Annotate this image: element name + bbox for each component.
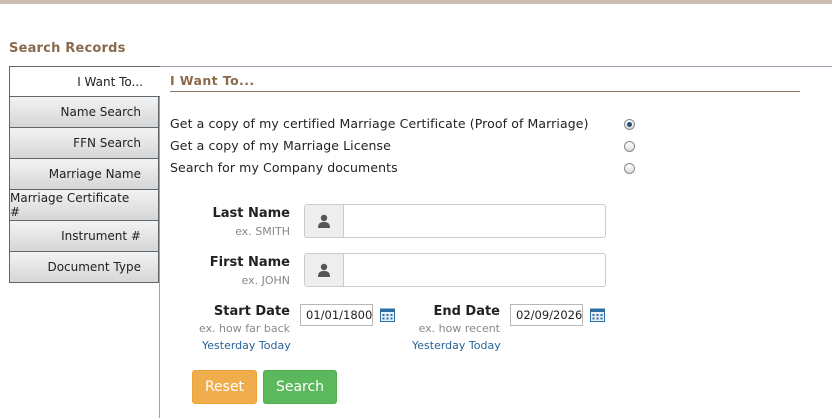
calendar-icon[interactable] — [590, 308, 605, 322]
first-name-group — [304, 253, 606, 287]
end-date-input[interactable]: 02/09/2026 — [510, 304, 583, 326]
radio-company-documents[interactable] — [624, 163, 635, 174]
last-name-input[interactable] — [344, 204, 606, 238]
first-name-label: First Name — [209, 255, 290, 270]
start-date-label: Start Date — [213, 304, 290, 319]
end-yesterday-link[interactable]: Yesterday — [412, 339, 465, 352]
page-title: Search Records — [9, 41, 126, 56]
tab-label: FFN Search — [73, 136, 141, 150]
last-name-label: Last Name — [212, 206, 290, 221]
end-date-label: End Date — [433, 304, 500, 319]
last-name-group — [304, 204, 606, 238]
tab-label: I Want To... — [77, 74, 143, 89]
user-icon — [304, 204, 344, 238]
start-today-link[interactable]: Today — [259, 339, 291, 352]
search-tabs: I Want To... Name Search FFN Search Marr… — [9, 66, 160, 283]
radio-marriage-license[interactable] — [624, 141, 635, 152]
top-border — [0, 0, 832, 4]
tab-document-type[interactable]: Document Type — [9, 252, 159, 283]
calendar-icon[interactable] — [380, 308, 395, 322]
end-date-hint: ex. how recent — [418, 322, 500, 335]
tab-label: Name Search — [60, 105, 141, 119]
tab-label: Instrument # — [61, 229, 141, 243]
tab-label: Marriage Certificate # — [10, 191, 130, 219]
end-today-link[interactable]: Today — [469, 339, 501, 352]
tab-instrument[interactable]: Instrument # — [9, 221, 159, 252]
radio-certified-certificate[interactable] — [624, 119, 635, 130]
option-marriage-license: Get a copy of my Marriage License — [170, 138, 391, 153]
tab-i-want-to[interactable]: I Want To... — [9, 66, 160, 97]
tab-ffn-search[interactable]: FFN Search — [9, 128, 159, 159]
first-name-hint: ex. JOHN — [241, 274, 290, 287]
reset-button[interactable]: Reset — [192, 370, 257, 404]
tab-marriage-certificate[interactable]: Marriage Certificate # — [9, 190, 159, 221]
panel-title: I Want To... — [170, 73, 800, 92]
start-date-hint: ex. how far back — [198, 322, 290, 335]
tab-label: Document Type — [47, 260, 141, 274]
first-name-input[interactable] — [344, 253, 606, 287]
start-yesterday-link[interactable]: Yesterday — [202, 339, 255, 352]
option-company-documents: Search for my Company documents — [170, 160, 398, 175]
last-name-hint: ex. SMITH — [235, 225, 290, 238]
tab-marriage-name[interactable]: Marriage Name — [9, 159, 159, 190]
option-certified-certificate: Get a copy of my certified Marriage Cert… — [170, 116, 589, 131]
tab-name-search[interactable]: Name Search — [9, 97, 159, 128]
end-date-quick-links: Yesterday Today — [412, 339, 501, 352]
tab-label: Marriage Name — [48, 167, 141, 181]
user-icon — [304, 253, 344, 287]
search-button[interactable]: Search — [263, 370, 337, 404]
start-date-input[interactable]: 01/01/1800 — [300, 304, 373, 326]
start-date-quick-links: Yesterday Today — [202, 339, 291, 352]
